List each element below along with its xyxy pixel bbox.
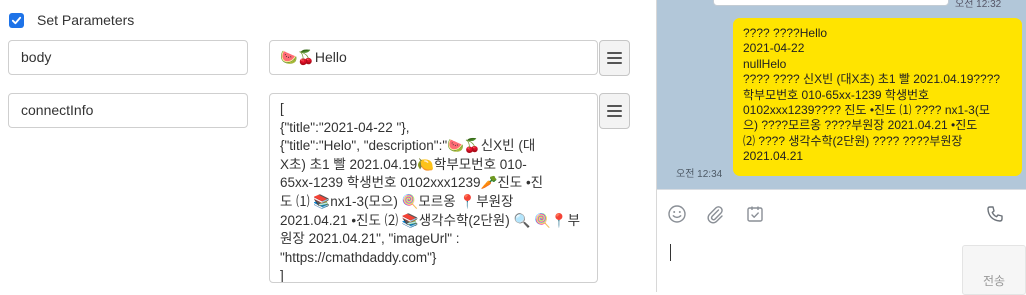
param-menu-button-body[interactable]: [599, 40, 630, 76]
smiley-icon: [668, 205, 686, 223]
calendar-check-icon: [747, 206, 763, 222]
parameter-editor: Set Parameters body 🍉🍒Hello connectInfo …: [0, 0, 656, 292]
text-cursor: [670, 244, 671, 261]
message-time: 오전 12:34: [676, 169, 723, 180]
phone-icon: [987, 206, 1003, 222]
set-parameters-label: Set Parameters: [37, 12, 135, 28]
chat-message-input[interactable]: 전송: [657, 237, 1026, 295]
set-parameters-toggle[interactable]: Set Parameters: [9, 12, 134, 28]
chat-message-area[interactable]: 오전 12:32 ???? ????Hello 2021-04-22 nullH…: [657, 0, 1026, 189]
hamburger-icon: [607, 52, 622, 64]
chat-window: 오전 12:32 ???? ????Hello 2021-04-22 nullH…: [656, 0, 1026, 295]
send-button[interactable]: 전송: [962, 245, 1026, 295]
message-bubble: ???? ????Hello 2021-04-22 nullHelo ???? …: [733, 18, 1022, 176]
call-button[interactable]: [984, 203, 1006, 225]
attach-button[interactable]: [704, 203, 726, 225]
param-value-input-body[interactable]: 🍉🍒Hello: [269, 40, 598, 75]
paperclip-icon: [707, 206, 723, 224]
set-parameters-checkbox[interactable]: [9, 12, 24, 28]
param-value-textarea-connectinfo[interactable]: [ {"title":"2021-04-22 "}, {"title":"Hel…: [269, 93, 598, 283]
param-menu-button-connectinfo[interactable]: [599, 93, 630, 129]
param-key-input-body[interactable]: body: [8, 40, 248, 75]
previous-message-bubble: [713, 0, 949, 6]
previous-message-time: 오전 12:32: [955, 0, 1002, 10]
emoji-button[interactable]: [666, 203, 688, 225]
hamburger-icon: [607, 105, 622, 117]
schedule-button[interactable]: [744, 203, 766, 225]
chat-toolbar: [657, 189, 1026, 237]
checkmark-icon: [11, 16, 22, 24]
param-key-input-connectinfo[interactable]: connectInfo: [8, 93, 248, 128]
